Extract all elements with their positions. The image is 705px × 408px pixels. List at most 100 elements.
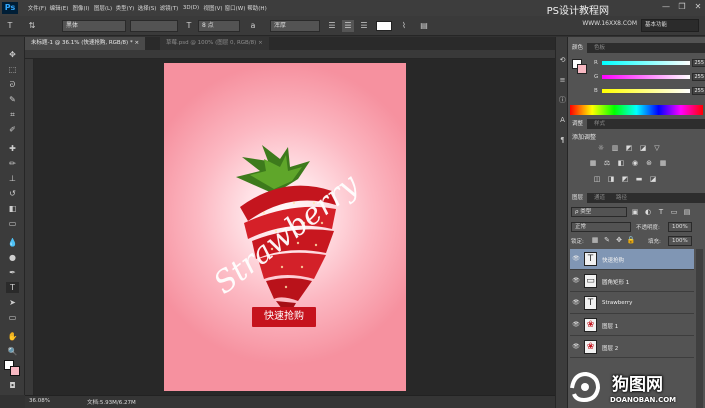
layer-row-layer-1[interactable]: 👁 ❀ 图层 1 [570,315,694,336]
marquee-icon[interactable]: ⬚ [6,64,19,75]
menu-layer[interactable]: 图层(L) [92,4,114,12]
color-spectrum[interactable] [570,105,703,115]
layer-kind-filter[interactable]: ρ 类型 [571,207,627,217]
fill-field[interactable]: 100% [668,236,692,246]
character-panel-icon[interactable]: ▤ [418,20,430,32]
cta-quick-buy-button[interactable]: 快速抢购 [252,307,316,327]
layer-name[interactable]: 图层 2 [602,344,618,352]
menu-view[interactable]: 视图(V) [202,4,224,12]
close-icon[interactable]: ✕ [693,2,703,12]
menu-filter[interactable]: 滤镜(T) [158,4,180,12]
tab-strawberry-psd[interactable]: 草莓.psd @ 100% (图层 0, RGB/8) × [160,37,269,50]
tab-untitled-1[interactable]: 未标题-1 @ 36.1% (快速抢购, RGB/8) * × [25,37,146,50]
eye-icon[interactable]: 👁 [572,277,580,285]
menu-file[interactable]: 文件(F) [26,4,48,12]
align-center-icon[interactable]: ☰ [342,20,354,32]
blue-track[interactable] [602,89,690,93]
layer-row-layer-2[interactable]: 👁 ❀ 图层 2 [570,337,694,358]
hue-saturation-icon[interactable]: ▦ [588,158,598,168]
panel-background-swatch[interactable] [577,64,587,74]
tab-close-icon[interactable]: × [134,40,139,46]
align-left-icon[interactable]: ☰ [326,20,338,32]
minimize-icon[interactable]: — [661,2,671,12]
curves-icon[interactable]: ◩ [624,143,634,153]
eyedropper-icon[interactable]: ✐ [6,124,19,135]
properties-panel-icon[interactable]: ≡ [557,75,568,85]
exposure-icon[interactable]: ◪ [638,143,648,153]
menu-help[interactable]: 帮助(H) [246,4,268,12]
menu-select[interactable]: 选择(S) [136,4,158,12]
info-panel-icon[interactable]: ⓘ [557,95,568,105]
layer-row-strawberry-text[interactable]: 👁 T Strawberry [570,293,694,314]
layer-row-rounded-rect[interactable]: 👁 ▭ 圆角矩形 1 [570,271,694,292]
opacity-field[interactable]: 100% [668,222,692,232]
dodge-icon[interactable]: ● [6,252,19,263]
red-value[interactable]: 255 [692,59,705,67]
lasso-icon[interactable]: ᘒ [6,79,19,90]
tab-adjustments[interactable]: 调整 [568,119,588,129]
lock-transparency-icon[interactable]: ▦ [590,235,600,245]
pen-icon[interactable]: ✒ [6,267,19,278]
text-color-swatch[interactable] [376,21,392,31]
tab-channels[interactable]: 通道 [590,193,609,203]
restore-icon[interactable]: ❐ [677,2,687,12]
font-style-select[interactable] [130,20,178,32]
text-orientation-icon[interactable]: ⇅ [26,20,38,32]
menu-type[interactable]: 类型(Y) [114,4,136,12]
font-size-select[interactable]: 8 点 [198,20,240,32]
color-balance-icon[interactable]: ⚖ [602,158,612,168]
gradient-map-icon[interactable]: ▬ [634,174,644,184]
type-icon[interactable]: T [6,282,19,293]
slider-red[interactable]: R 255 [594,59,705,67]
font-family-select[interactable]: 黑体 [62,20,126,32]
move-icon[interactable]: ✥ [6,49,19,60]
filter-pixel-icon[interactable]: ▣ [630,207,640,217]
warp-text-icon[interactable]: ⌇ [398,20,410,32]
brush-icon[interactable]: ✏ [6,158,19,169]
align-right-icon[interactable]: ☰ [358,20,370,32]
photo-filter-icon[interactable]: ◉ [630,158,640,168]
brightness-icon[interactable]: ☼ [596,143,606,153]
eye-icon[interactable]: 👁 [572,343,580,351]
blur-icon[interactable]: 💧 [6,237,19,248]
filter-adjustment-icon[interactable]: ◐ [643,207,653,217]
quick-mask-icon[interactable]: ◘ [6,380,19,391]
filter-shape-icon[interactable]: ▭ [669,207,679,217]
shape-icon[interactable]: ▭ [6,312,19,323]
lock-all-icon[interactable]: 🔒 [626,235,636,245]
filter-type-icon[interactable]: T [656,207,666,217]
healing-icon[interactable]: ✚ [6,143,19,154]
eye-icon[interactable]: 👁 [572,255,580,263]
background-color-swatch[interactable] [10,366,20,376]
red-track[interactable] [602,61,690,65]
workspace-select[interactable]: 基本功能 [641,19,699,32]
layer-name[interactable]: Strawberry [602,300,632,306]
gradient-icon[interactable]: ▭ [6,218,19,229]
channel-mixer-icon[interactable]: ⊛ [644,158,654,168]
history-panel-icon[interactable]: ⟲ [557,55,568,65]
menu-window[interactable]: 窗口(W) [224,4,246,12]
character-panel-icon[interactable]: A [557,115,568,125]
eye-icon[interactable]: 👁 [572,299,580,307]
layer-name[interactable]: 快速抢购 [602,256,624,264]
blend-mode-select[interactable]: 正常 [571,222,631,232]
menu-image[interactable]: 图像(I) [70,4,92,12]
filter-smart-icon[interactable]: ▤ [682,207,692,217]
eye-icon[interactable]: 👁 [572,321,580,329]
tab-paths[interactable]: 路径 [612,193,631,203]
type-tool-preset-icon[interactable]: T [4,20,16,32]
selective-color-icon[interactable]: ◪ [648,174,658,184]
anti-alias-select[interactable]: 浑厚 [270,20,320,32]
layer-name[interactable]: 图层 1 [602,322,618,330]
tab-swatches[interactable]: 色板 [590,43,609,53]
lock-pixels-icon[interactable]: ✎ [602,235,612,245]
tab-layers[interactable]: 图层 [568,193,588,203]
quick-select-icon[interactable]: ✎ [6,94,19,105]
hand-icon[interactable]: ✋ [6,331,19,342]
crop-icon[interactable]: ⌗ [6,109,19,120]
path-select-icon[interactable]: ➤ [6,297,19,308]
color-lookup-icon[interactable]: ▦ [658,158,668,168]
invert-icon[interactable]: ◫ [592,174,602,184]
canvas-area[interactable]: Strawberry 快速抢购 [34,59,555,395]
clone-stamp-icon[interactable]: ⊥ [6,173,19,184]
